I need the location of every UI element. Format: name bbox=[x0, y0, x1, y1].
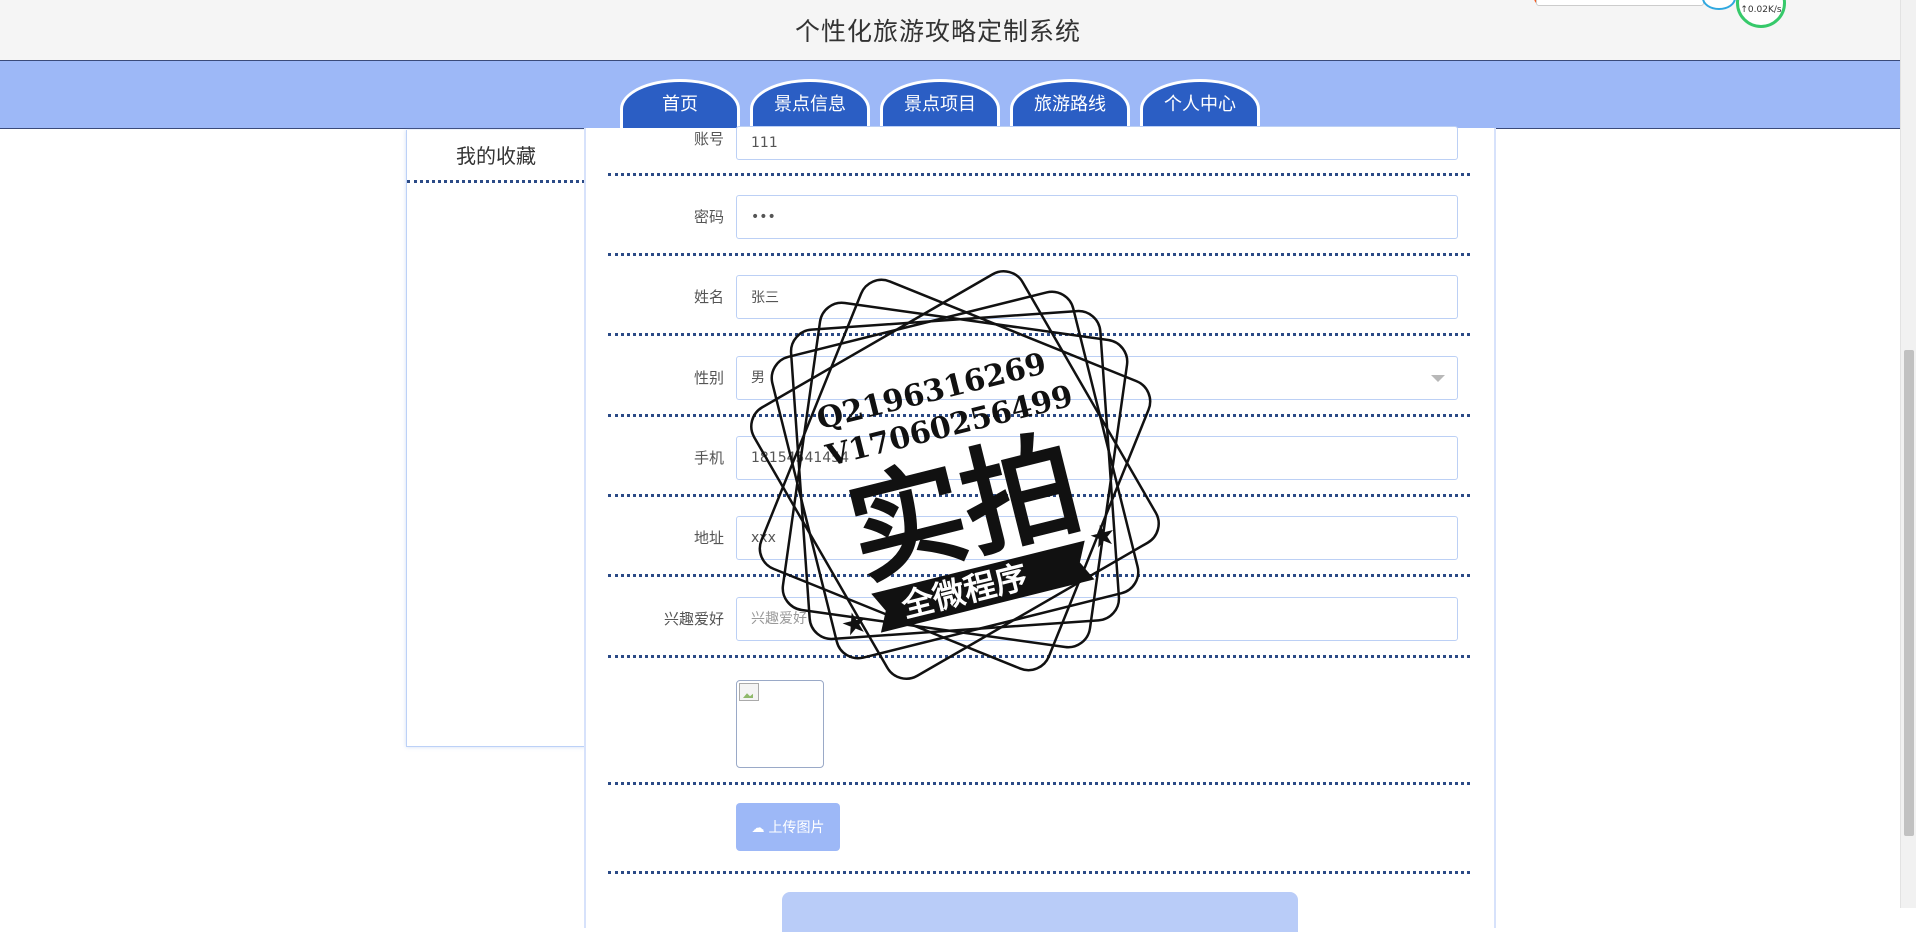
nav-tab-personal-center[interactable]: 个人中心 bbox=[1140, 79, 1260, 128]
sidebar: 我的收藏 bbox=[406, 130, 586, 747]
password-label: 密码 bbox=[693, 208, 724, 226]
top-header: 个性化旅游攻略定制系统 ↑0.02K/s bbox=[0, 0, 1900, 61]
network-speed-text: ↑0.02K/s bbox=[1740, 5, 1782, 15]
page-scrollbar[interactable] bbox=[1900, 0, 1916, 908]
gender-select[interactable]: 男 bbox=[736, 356, 1458, 400]
form-row-account: 账号 bbox=[608, 126, 1470, 176]
nav-tab-home[interactable]: 首页 bbox=[620, 79, 740, 128]
nav-tab-attractions[interactable]: 景点信息 bbox=[750, 79, 870, 128]
phone-label: 手机 bbox=[693, 449, 724, 467]
name-label: 姓名 bbox=[693, 288, 724, 306]
submit-button[interactable] bbox=[782, 892, 1298, 932]
profile-form: 账号 密码 姓名 性别 男 手机 地址 兴趣爱好 ☁上传图片 bbox=[584, 126, 1496, 932]
nav-tab-travel-routes[interactable]: 旅游路线 bbox=[1010, 79, 1130, 128]
hobby-label: 兴趣爱好 bbox=[663, 610, 724, 628]
widget-ball-icon bbox=[1702, 0, 1736, 10]
account-label: 账号 bbox=[693, 130, 724, 148]
form-row-phone: 手机 bbox=[608, 417, 1470, 497]
password-input[interactable] bbox=[736, 195, 1458, 239]
scrollbar-thumb[interactable] bbox=[1904, 350, 1914, 836]
form-row-upload: ☁ 上传图片 bbox=[608, 785, 1470, 874]
upload-image-label: 上传图片 bbox=[768, 820, 825, 836]
nav-bar: 首页 景点信息 景点项目 旅游路线 个人中心 bbox=[0, 61, 1900, 129]
form-row-name: 姓名 bbox=[608, 256, 1470, 336]
hobby-input[interactable] bbox=[736, 597, 1458, 641]
gender-select-value: 男 bbox=[751, 370, 765, 386]
cloud-upload-icon: ☁ bbox=[751, 821, 765, 836]
nav-tabs: 首页 景点信息 景点项目 旅游路线 个人中心 bbox=[620, 79, 1260, 128]
nav-tab-attraction-projects[interactable]: 景点项目 bbox=[880, 79, 1000, 128]
form-row-avatar bbox=[608, 658, 1470, 785]
account-input[interactable] bbox=[736, 126, 1458, 160]
upload-image-button[interactable]: ☁ 上传图片 bbox=[736, 803, 840, 851]
widget-bar bbox=[1536, 0, 1704, 6]
address-label: 地址 bbox=[693, 529, 724, 547]
form-row-password: 密码 bbox=[608, 176, 1470, 256]
address-input[interactable] bbox=[736, 516, 1458, 560]
name-input[interactable] bbox=[736, 275, 1458, 319]
chevron-down-icon bbox=[1431, 375, 1445, 382]
avatar-preview bbox=[736, 680, 824, 768]
gender-label: 性别 bbox=[693, 369, 724, 387]
form-row-hobby: 兴趣爱好 bbox=[608, 577, 1470, 658]
site-title: 个性化旅游攻略定制系统 bbox=[794, 17, 1081, 46]
phone-input[interactable] bbox=[736, 436, 1458, 480]
sidebar-item-favorites[interactable]: 我的收藏 bbox=[407, 130, 585, 183]
broken-image-icon bbox=[739, 683, 759, 701]
form-row-address: 地址 bbox=[608, 497, 1470, 577]
form-row-gender: 性别 男 bbox=[608, 336, 1470, 417]
